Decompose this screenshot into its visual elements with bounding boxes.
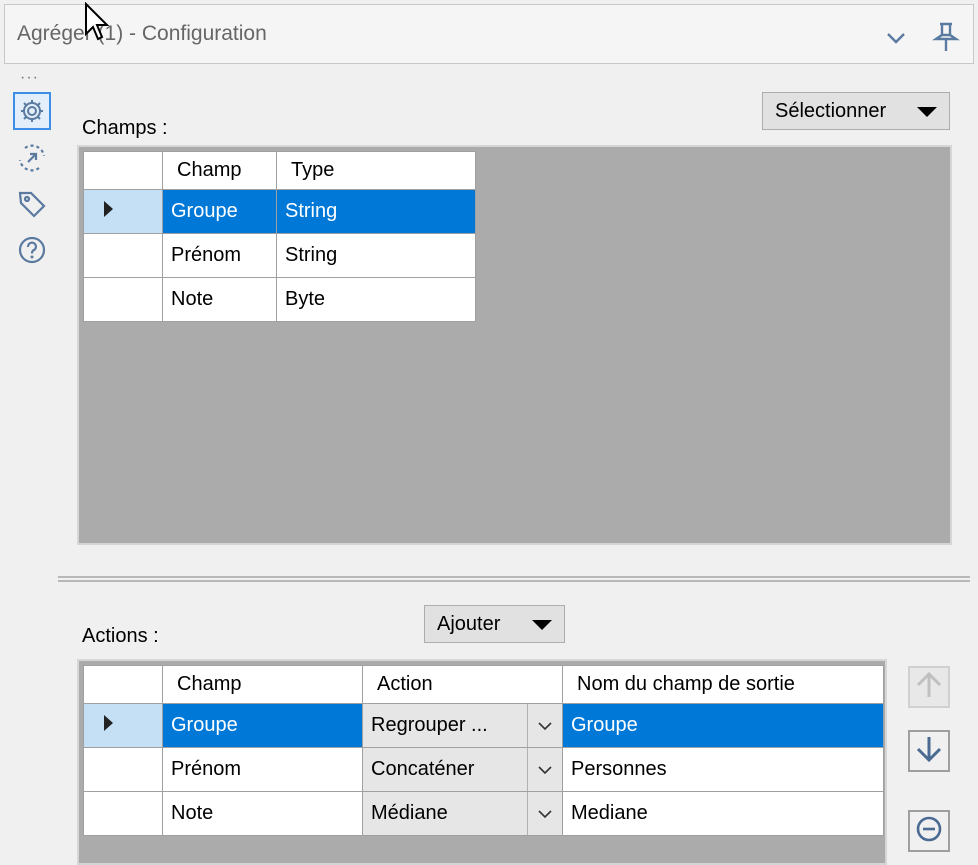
- table-row[interactable]: Groupe Regrouper ... Groupe: [83, 703, 884, 748]
- action-select[interactable]: Regrouper ...: [362, 703, 563, 748]
- move-down-button[interactable]: [908, 730, 950, 772]
- move-up-icon: [914, 670, 944, 705]
- gear-icon[interactable]: [13, 92, 51, 130]
- table-row[interactable]: Note Médiane Mediane: [83, 791, 884, 836]
- table-row[interactable]: Groupe String: [83, 189, 476, 234]
- tag-icon[interactable]: [13, 185, 51, 223]
- action-select-value: Regrouper ...: [371, 714, 488, 736]
- output-name-cell[interactable]: Mediane: [562, 791, 884, 836]
- field-type-cell[interactable]: String: [276, 233, 476, 278]
- column-header-champ[interactable]: Champ: [162, 151, 277, 190]
- column-header-champ[interactable]: Champ: [162, 665, 363, 704]
- output-name-cell[interactable]: Groupe: [562, 703, 884, 748]
- action-select[interactable]: Médiane: [362, 791, 563, 836]
- current-row-arrow-icon: [104, 715, 113, 731]
- action-field-cell[interactable]: Note: [162, 791, 363, 836]
- actions-label: Actions :: [82, 625, 159, 647]
- select-button-label: Sélectionner: [775, 99, 887, 122]
- row-selector[interactable]: [83, 747, 163, 792]
- chevron-down-icon[interactable]: [527, 792, 562, 835]
- help-icon[interactable]: [13, 231, 51, 269]
- row-selector[interactable]: [83, 791, 163, 836]
- field-name-cell[interactable]: Groupe: [162, 189, 277, 234]
- select-dropdown-button[interactable]: Sélectionner: [762, 92, 950, 130]
- action-field-cell[interactable]: Prénom: [162, 747, 363, 792]
- connection-arrow-icon[interactable]: [13, 139, 51, 177]
- fields-grid[interactable]: Champ Type Groupe String Prénom String N…: [77, 145, 952, 545]
- drag-handle-icon[interactable]: ···: [20, 70, 39, 86]
- dropdown-arrow-icon: [532, 620, 552, 630]
- add-button-label: Ajouter: [437, 612, 501, 635]
- row-selector[interactable]: [83, 189, 163, 234]
- field-name-cell[interactable]: Note: [162, 277, 277, 322]
- current-row-arrow-icon: [104, 201, 113, 217]
- actions-grid[interactable]: Champ Action Nom du champ de sortie Grou…: [77, 659, 887, 865]
- chevron-down-icon[interactable]: [527, 748, 562, 791]
- table-row[interactable]: Note Byte: [83, 277, 476, 322]
- fields-header-row: Champ Type: [83, 151, 476, 190]
- panel-splitter[interactable]: [58, 576, 970, 582]
- move-up-button[interactable]: [908, 666, 950, 708]
- actions-table: Champ Action Nom du champ de sortie Grou…: [83, 665, 884, 836]
- action-field-cell[interactable]: Groupe: [162, 703, 363, 748]
- field-type-cell[interactable]: Byte: [276, 277, 476, 322]
- fields-label: Champs :: [82, 117, 168, 139]
- action-select[interactable]: Concaténer: [362, 747, 563, 792]
- pin-icon[interactable]: [931, 21, 961, 58]
- output-name-cell[interactable]: Personnes: [562, 747, 884, 792]
- row-header-corner: [83, 665, 163, 704]
- remove-button[interactable]: [908, 810, 950, 852]
- add-dropdown-button[interactable]: Ajouter: [424, 605, 565, 643]
- action-select-value: Médiane: [371, 802, 448, 824]
- table-row[interactable]: Prénom String: [83, 233, 476, 278]
- mouse-cursor-icon: [84, 1, 110, 47]
- panel-title-bar: Agréger (1) - Configuration: [4, 4, 974, 64]
- fields-table: Champ Type Groupe String Prénom String N…: [83, 151, 476, 322]
- dropdown-arrow-icon: [917, 107, 937, 117]
- actions-header-row: Champ Action Nom du champ de sortie: [83, 665, 884, 704]
- row-selector[interactable]: [83, 703, 163, 748]
- remove-icon: [914, 814, 944, 849]
- panel-title: Agréger (1) - Configuration: [17, 22, 267, 45]
- row-header-corner: [83, 151, 163, 190]
- field-type-cell[interactable]: String: [276, 189, 476, 234]
- column-header-output-name[interactable]: Nom du champ de sortie: [562, 665, 884, 704]
- move-down-icon: [914, 734, 944, 769]
- chevron-down-icon[interactable]: [527, 704, 562, 747]
- field-name-cell[interactable]: Prénom: [162, 233, 277, 278]
- chevron-down-icon[interactable]: [883, 25, 909, 56]
- column-header-action[interactable]: Action: [362, 665, 563, 704]
- action-select-value: Concaténer: [371, 758, 475, 780]
- row-selector[interactable]: [83, 233, 163, 278]
- column-header-type[interactable]: Type: [276, 151, 476, 190]
- table-row[interactable]: Prénom Concaténer Personnes: [83, 747, 884, 792]
- row-selector[interactable]: [83, 277, 163, 322]
